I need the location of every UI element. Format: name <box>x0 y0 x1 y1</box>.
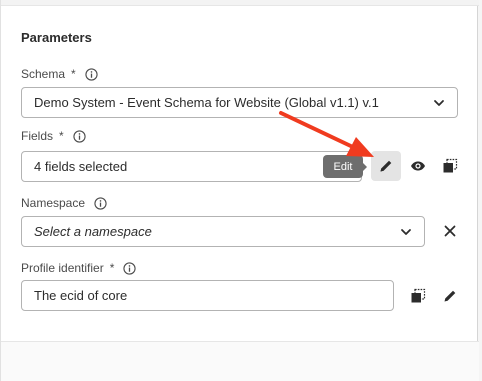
annotation-arrow <box>279 111 374 157</box>
